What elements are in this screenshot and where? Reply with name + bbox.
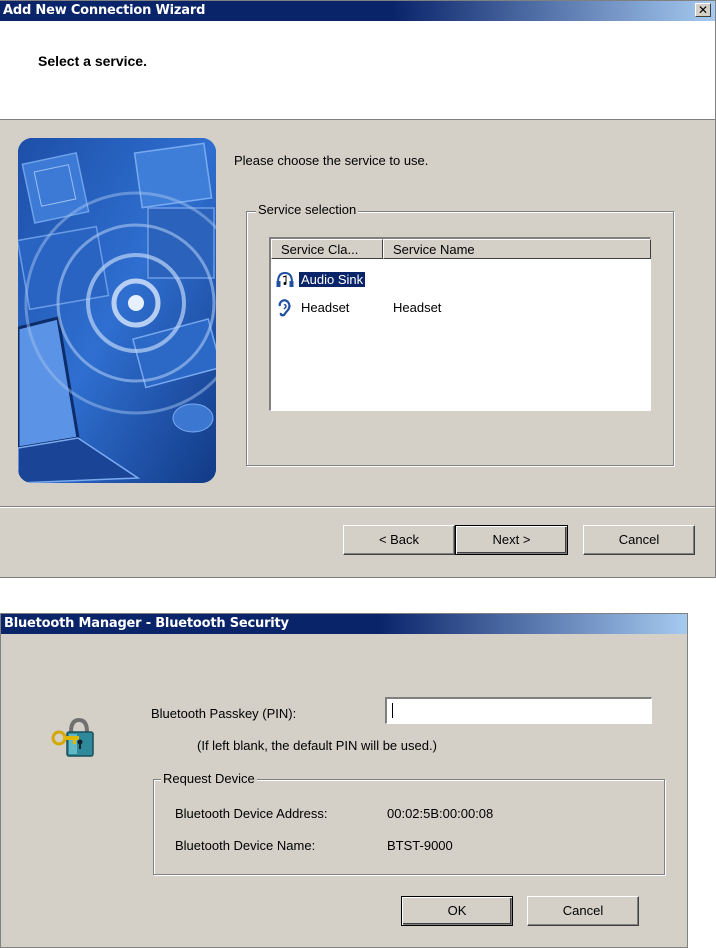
close-button[interactable]: ✕ [695, 3, 711, 17]
wizard-title: Add New Connection Wizard [3, 3, 206, 18]
default-pin-hint: (If left blank, the default PIN will be … [197, 738, 437, 753]
back-button[interactable]: < Back [343, 525, 455, 555]
device-address-label: Bluetooth Device Address: [175, 806, 328, 821]
service-selection-label: Service selection [256, 202, 359, 217]
next-button[interactable]: Next > [455, 525, 568, 555]
add-connection-wizard-window: Add New Connection Wizard ✕ Select a ser… [0, 0, 716, 578]
bt-cancel-button[interactable]: Cancel [527, 896, 639, 926]
headphones-icon [276, 271, 294, 287]
service-list[interactable]: Service Cla... Service Name Audio Sink H… [269, 237, 651, 411]
ok-button[interactable]: OK [401, 896, 513, 926]
close-icon: ✕ [697, 3, 709, 17]
column-header-service-class[interactable]: Service Cla... [271, 239, 383, 259]
devices-illustration-icon [18, 138, 216, 483]
passkey-label: Bluetooth Passkey (PIN): [151, 706, 297, 721]
service-class-cell: Headset [301, 300, 350, 315]
wizard-illustration [18, 138, 216, 483]
cancel-button[interactable]: Cancel [583, 525, 695, 555]
device-address-value: 00:02:5B:00:00:08 [387, 806, 494, 821]
list-item-headset[interactable]: Headset Headset [271, 298, 650, 318]
bluetooth-security-dialog: Bluetooth Manager - Bluetooth Security B… [0, 613, 688, 948]
lock-key-icon [49, 712, 97, 760]
column-header-service-name[interactable]: Service Name [383, 239, 651, 259]
wizard-heading: Select a service. [38, 53, 147, 69]
list-item-audio-sink[interactable]: Audio Sink [271, 270, 650, 290]
passkey-input[interactable] [385, 697, 652, 724]
wizard-prompt: Please choose the service to use. [234, 153, 429, 168]
request-device-label: Request Device [161, 771, 257, 786]
wizard-titlebar[interactable]: Add New Connection Wizard ✕ [0, 1, 715, 21]
service-name-cell: Headset [393, 300, 442, 315]
request-device-group [153, 779, 665, 875]
wizard-footer-divider [0, 506, 715, 508]
service-class-cell: Audio Sink [299, 272, 366, 287]
ear-icon [278, 299, 291, 317]
bt-titlebar[interactable]: Bluetooth Manager - Bluetooth Security [1, 614, 687, 634]
text-caret [392, 703, 393, 718]
device-name-value: BTST-9000 [387, 838, 453, 853]
bt-title: Bluetooth Manager - Bluetooth Security [4, 616, 289, 631]
wizard-header-panel: Select a service. [0, 21, 715, 120]
device-name-label: Bluetooth Device Name: [175, 838, 316, 853]
